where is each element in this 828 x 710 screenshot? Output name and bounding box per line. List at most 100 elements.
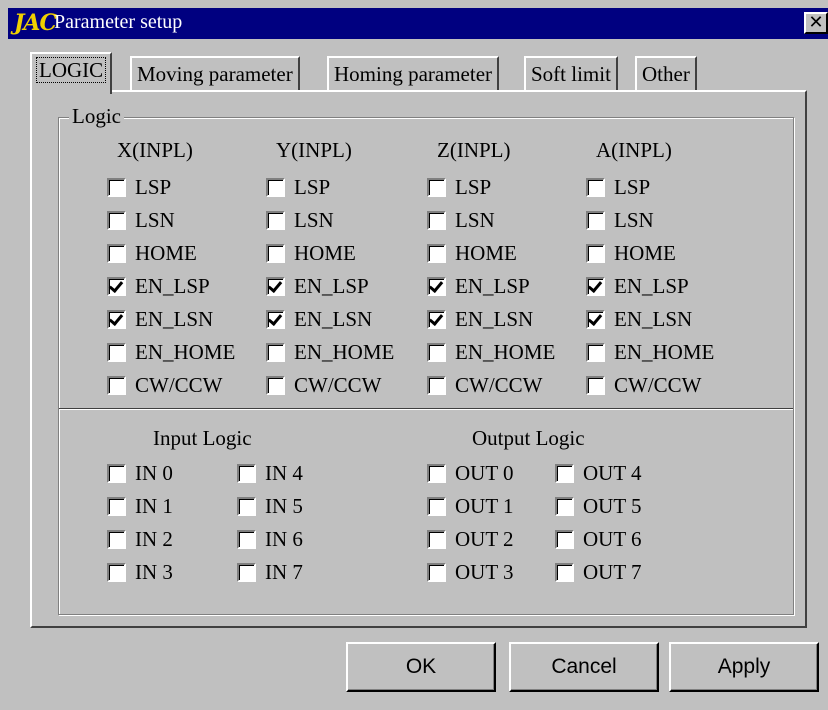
output-logic-checkbox[interactable]: OUT 3 <box>427 560 514 584</box>
checkbox-box[interactable] <box>555 463 574 483</box>
checkbox-box[interactable] <box>107 496 126 516</box>
axis-3-option-checkbox[interactable]: LSP <box>586 175 650 199</box>
axis-1-option-checkbox[interactable]: LSN <box>266 208 334 232</box>
output-logic-checkbox[interactable]: OUT 7 <box>555 560 642 584</box>
output-logic-checkbox[interactable]: OUT 5 <box>555 494 642 518</box>
checkbox-box[interactable] <box>107 529 126 549</box>
axis-0-option-checkbox[interactable]: LSN <box>107 208 175 232</box>
input-logic-checkbox[interactable]: IN 3 <box>107 560 173 584</box>
axis-2-option-checkbox[interactable]: LSN <box>427 208 495 232</box>
checkbox-box[interactable] <box>586 210 605 230</box>
input-logic-checkbox[interactable]: IN 2 <box>107 527 173 551</box>
checkbox-box[interactable] <box>237 496 256 516</box>
checkbox-box[interactable] <box>427 210 446 230</box>
checkbox-box[interactable] <box>427 562 446 582</box>
axis-0-option-checkbox[interactable]: EN_LSN <box>107 307 213 331</box>
tab-other[interactable]: Other <box>635 56 697 92</box>
axis-1-option-checkbox[interactable]: LSP <box>266 175 330 199</box>
checkbox-box[interactable] <box>266 276 285 296</box>
checkbox-box[interactable] <box>107 309 126 329</box>
title-bar[interactable]: JAC Parameter setup ✕ <box>8 8 828 39</box>
axis-1-option-checkbox[interactable]: HOME <box>266 241 356 265</box>
input-logic-checkbox[interactable]: IN 5 <box>237 494 303 518</box>
checkbox-box[interactable] <box>586 342 605 362</box>
checkbox-box[interactable] <box>586 309 605 329</box>
checkbox-box[interactable] <box>427 463 446 483</box>
output-logic-checkbox[interactable]: OUT 0 <box>427 461 514 485</box>
tab-homing-parameter[interactable]: Homing parameter <box>327 56 500 92</box>
checkbox-box[interactable] <box>266 375 285 395</box>
checkbox-box[interactable] <box>427 496 446 516</box>
checkbox-box[interactable] <box>555 529 574 549</box>
input-logic-checkbox[interactable]: IN 6 <box>237 527 303 551</box>
axis-2-option-checkbox[interactable]: EN_HOME <box>427 340 555 364</box>
checkbox-box[interactable] <box>427 276 446 296</box>
checkbox-box[interactable] <box>555 496 574 516</box>
checkbox-box[interactable] <box>107 463 126 483</box>
axis-3-option-checkbox[interactable]: HOME <box>586 241 676 265</box>
apply-button[interactable]: Apply <box>669 642 819 692</box>
checkbox-box[interactable] <box>586 375 605 395</box>
output-logic-checkbox[interactable]: OUT 2 <box>427 527 514 551</box>
axis-1-option-checkbox[interactable]: EN_HOME <box>266 340 394 364</box>
input-logic-checkbox[interactable]: IN 1 <box>107 494 173 518</box>
checkbox-box[interactable] <box>427 529 446 549</box>
output-logic-checkbox[interactable]: OUT 4 <box>555 461 642 485</box>
checkbox-box[interactable] <box>586 243 605 263</box>
checkbox-box[interactable] <box>266 309 285 329</box>
axis-3-option-checkbox[interactable]: EN_HOME <box>586 340 714 364</box>
output-logic-checkbox[interactable]: OUT 1 <box>427 494 514 518</box>
axis-2-option-checkbox[interactable]: LSP <box>427 175 491 199</box>
axis-2-option-checkbox[interactable]: CW/CCW <box>427 373 543 397</box>
checkbox-box[interactable] <box>107 562 126 582</box>
checkbox-box[interactable] <box>427 243 446 263</box>
checkbox-box[interactable] <box>107 243 126 263</box>
tab-soft-limit[interactable]: Soft limit <box>524 56 618 92</box>
axis-3-option-checkbox[interactable]: CW/CCW <box>586 373 702 397</box>
checkbox-box[interactable] <box>107 342 126 362</box>
checkbox-box[interactable] <box>586 177 605 197</box>
axis-2-option-checkbox[interactable]: EN_LSP <box>427 274 530 298</box>
axis-0-option-checkbox[interactable]: EN_HOME <box>107 340 235 364</box>
axis-0-option-checkbox[interactable]: LSP <box>107 175 171 199</box>
axis-3-option-checkbox[interactable]: EN_LSP <box>586 274 689 298</box>
checkbox-box[interactable] <box>107 177 126 197</box>
axis-2-option-checkbox[interactable]: HOME <box>427 241 517 265</box>
input-logic-checkbox[interactable]: IN 0 <box>107 461 173 485</box>
axis-1-option-checkbox[interactable]: CW/CCW <box>266 373 382 397</box>
checkbox-label: HOME <box>135 241 197 265</box>
cancel-button[interactable]: Cancel <box>509 642 659 692</box>
axis-2-option-checkbox[interactable]: EN_LSN <box>427 307 533 331</box>
checkbox-box[interactable] <box>266 342 285 362</box>
checkbox-box[interactable] <box>107 276 126 296</box>
tab-moving-parameter[interactable]: Moving parameter <box>130 56 300 92</box>
axis-3-option-checkbox[interactable]: EN_LSN <box>586 307 692 331</box>
checkbox-box[interactable] <box>237 529 256 549</box>
checkbox-box[interactable] <box>555 562 574 582</box>
checkbox-box[interactable] <box>427 342 446 362</box>
checkbox-box[interactable] <box>266 210 285 230</box>
checkbox-box[interactable] <box>427 309 446 329</box>
checkbox-box[interactable] <box>427 177 446 197</box>
axis-1-option-checkbox[interactable]: EN_LSP <box>266 274 369 298</box>
checkbox-box[interactable] <box>586 276 605 296</box>
checkbox-box[interactable] <box>237 463 256 483</box>
axis-0-option-checkbox[interactable]: HOME <box>107 241 197 265</box>
checkbox-box[interactable] <box>237 562 256 582</box>
axis-3-option-checkbox[interactable]: LSN <box>586 208 654 232</box>
checkbox-box[interactable] <box>107 375 126 395</box>
tab-logic[interactable]: LOGIC <box>30 52 113 94</box>
checkbox-box[interactable] <box>107 210 126 230</box>
close-button[interactable]: ✕ <box>804 12 828 34</box>
axis-0-option-checkbox[interactable]: EN_LSP <box>107 274 210 298</box>
output-logic-checkbox[interactable]: OUT 6 <box>555 527 642 551</box>
checkbox-box[interactable] <box>266 177 285 197</box>
checkbox-box[interactable] <box>266 243 285 263</box>
axis-1-option-checkbox[interactable]: EN_LSN <box>266 307 372 331</box>
ok-button[interactable]: OK <box>346 642 496 692</box>
checkbox-label: LSP <box>455 175 492 199</box>
input-logic-checkbox[interactable]: IN 4 <box>237 461 303 485</box>
input-logic-checkbox[interactable]: IN 7 <box>237 560 303 584</box>
checkbox-box[interactable] <box>427 375 446 395</box>
axis-0-option-checkbox[interactable]: CW/CCW <box>107 373 223 397</box>
